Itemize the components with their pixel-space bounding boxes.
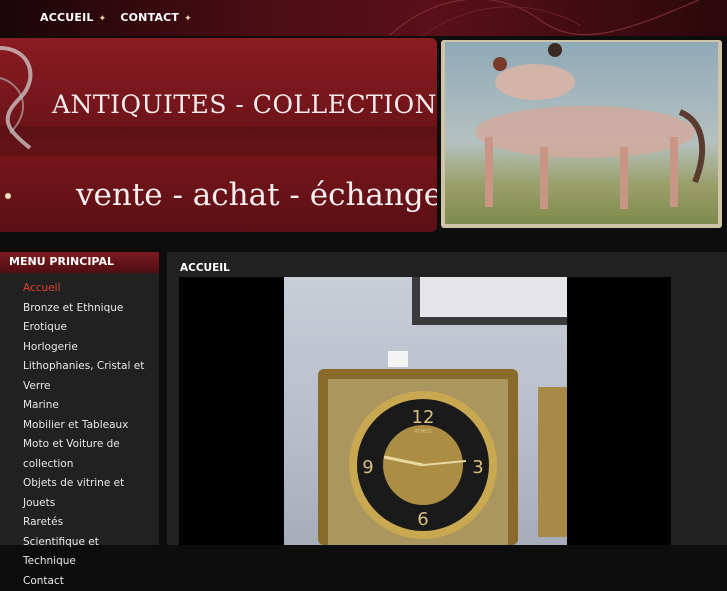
sidebar-menu-list: Accueil Bronze et Ethnique Erotique Horl… <box>0 273 159 591</box>
sidebar-item-raretes[interactable]: Raretés <box>0 513 159 533</box>
site-title: ANTIQUITES - COLLECTIONS <box>52 90 437 119</box>
clock-image: 12 ATMOS 9 3 6 <box>284 277 567 545</box>
banner-title-panel: ANTIQUITES - COLLECTIONS vente - achat -… <box>0 38 437 232</box>
nav-link-contact[interactable]: CONTACT ✦ <box>120 11 192 24</box>
clock-drawing: 12 ATMOS 9 3 6 <box>284 277 567 545</box>
sidebar-item-lithophanies[interactable]: Lithophanies, Cristal et <box>0 357 159 377</box>
decorative-swirl-icon <box>380 0 720 36</box>
sidebar-heading: MENU PRINCIPAL <box>0 252 159 273</box>
sparkle-icon: ✦ <box>99 14 107 24</box>
clock-numeral-3: 3 <box>472 457 483 478</box>
main-content: ACCUEIL 12 ATMOS 9 3 6 <box>167 252 727 545</box>
painting-canvas <box>445 42 718 224</box>
site-tagline: vente - achat - échange <box>76 177 437 213</box>
nav-link-label: CONTACT <box>120 11 179 24</box>
sparkle-icon: ✦ <box>184 14 192 24</box>
sidebar-item-horlogerie[interactable]: Horlogerie <box>0 338 159 358</box>
sidebar-menu: MENU PRINCIPAL Accueil Bronze et Ethniqu… <box>0 252 159 545</box>
ornament-icon <box>0 38 60 232</box>
header-banner: ANTIQUITES - COLLECTIONS vente - achat -… <box>0 36 727 244</box>
clock-brand-label: ATMOS <box>414 429 432 435</box>
sidebar-item-moto-voiture[interactable]: Moto et Voiture de collection <box>0 435 159 474</box>
clock-numeral-12: 12 <box>412 407 435 428</box>
top-nav-bar: ACCUEIL ✦ CONTACT ✦ <box>0 0 727 36</box>
clock-numeral-6: 6 <box>417 509 428 530</box>
sidebar-item-scientifique[interactable]: Scientifique et Technique <box>0 533 159 572</box>
main-nav: ACCUEIL ✦ CONTACT ✦ <box>40 11 206 24</box>
sidebar-item-accueil[interactable]: Accueil <box>0 279 159 299</box>
sidebar-item-bronze-ethnique[interactable]: Bronze et Ethnique <box>0 299 159 319</box>
featured-photo: 12 ATMOS 9 3 6 <box>179 277 671 545</box>
sidebar-item-contact[interactable]: Contact <box>0 572 159 591</box>
nav-link-label: ACCUEIL <box>40 11 94 24</box>
sidebar-item-marine[interactable]: Marine <box>0 396 159 416</box>
sidebar-item-objets-vitrine[interactable]: Objets de vitrine et Jouets <box>0 474 159 513</box>
banner-painting-image <box>441 40 722 228</box>
painting-figures <box>445 42 718 224</box>
banner-band <box>0 126 437 156</box>
sidebar-item-verre[interactable]: Verre <box>0 377 159 397</box>
nav-link-accueil[interactable]: ACCUEIL ✦ <box>40 11 106 24</box>
sidebar-item-erotique[interactable]: Erotique <box>0 318 159 338</box>
sidebar-item-mobilier[interactable]: Mobilier et Tableaux <box>0 416 159 436</box>
clock-numeral-9: 9 <box>362 457 373 478</box>
page-title: ACCUEIL <box>180 262 230 274</box>
